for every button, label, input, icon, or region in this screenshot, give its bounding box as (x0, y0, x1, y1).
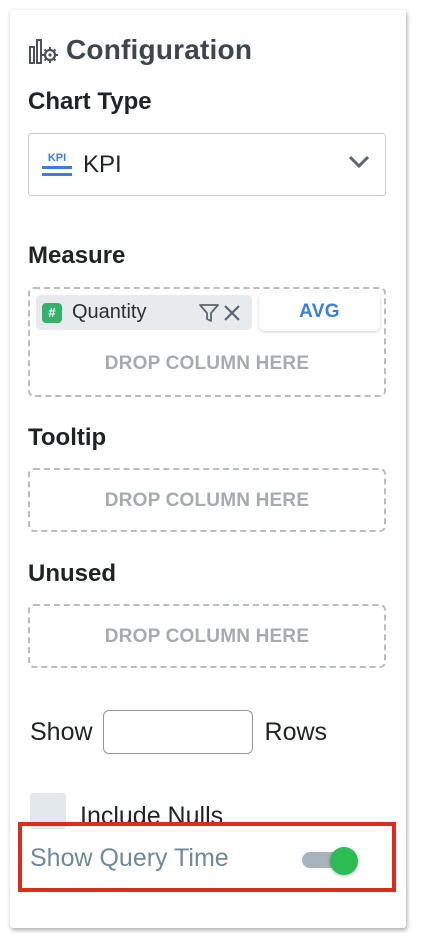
configuration-panel: Configuration Chart Type KPI KPI Measure… (10, 10, 406, 928)
toggle-knob (330, 847, 358, 875)
rows-suffix-label: Rows (264, 717, 328, 746)
close-icon[interactable] (222, 303, 242, 323)
show-query-time-toggle[interactable] (302, 847, 360, 875)
tooltip-label: Tooltip (28, 424, 107, 451)
unused-label: Unused (28, 560, 117, 587)
measure-column-name: Quantity (72, 301, 147, 323)
filter-icon[interactable] (198, 302, 220, 324)
measure-dropzone[interactable]: # Quantity AVG DROP COLUMN HERE (28, 287, 386, 397)
chart-type-label: Chart Type (28, 88, 152, 115)
rows-limit-row: Show Rows (30, 710, 327, 754)
chart-settings-icon (29, 39, 58, 64)
panel-title: Configuration (66, 34, 253, 65)
tooltip-drop-text: DROP COLUMN HERE (104, 490, 310, 511)
show-query-time-label: Show Query Time (30, 844, 229, 872)
chevron-down-icon[interactable] (347, 154, 371, 170)
show-query-time-highlight: Show Query Time (18, 822, 396, 892)
unused-dropzone[interactable]: DROP COLUMN HERE (28, 604, 386, 668)
panel-header: Configuration (28, 34, 252, 66)
rows-limit-input[interactable] (102, 710, 253, 754)
chart-type-select[interactable]: KPI KPI (28, 133, 386, 196)
tooltip-dropzone[interactable]: DROP COLUMN HERE (28, 468, 386, 532)
svg-text:KPI: KPI (48, 152, 66, 164)
measure-drop-text: DROP COLUMN HERE (104, 353, 310, 374)
kpi-icon: KPI (42, 152, 72, 176)
measure-label: Measure (28, 242, 126, 269)
aggregation-button[interactable]: AVG (259, 293, 380, 331)
numeric-type-icon: # (42, 302, 62, 323)
chart-type-value: KPI (83, 150, 122, 178)
unused-drop-text: DROP COLUMN HERE (104, 626, 310, 647)
rows-prefix-label: Show (30, 717, 93, 746)
measure-column-pill[interactable]: # Quantity (36, 295, 252, 330)
